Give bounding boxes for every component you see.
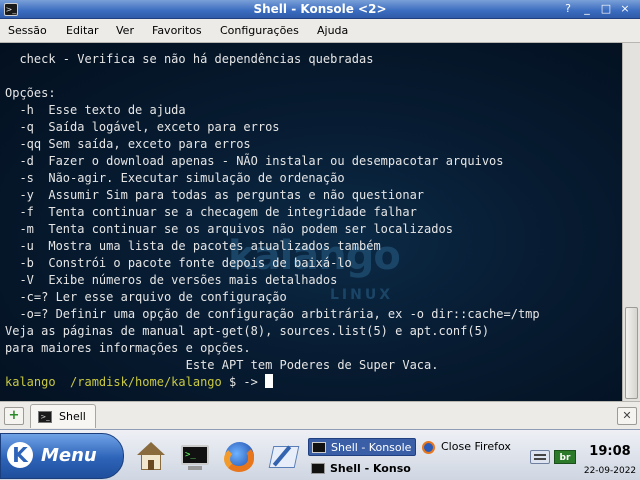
- firefox-icon[interactable]: [224, 442, 254, 472]
- date: 22-09-2022: [583, 466, 637, 476]
- terminal-icon: [312, 442, 326, 453]
- prompt-user: kalango: [5, 375, 56, 389]
- terminal-line: -o=? Definir uma opção de configuração a…: [5, 307, 540, 321]
- terminal-area[interactable]: kalango LINUX check - Verifica se não há…: [0, 43, 622, 401]
- terminal-line: Veja as páginas de manual apt-get(8), so…: [5, 324, 490, 338]
- task-shell-konsole-active[interactable]: Shell - Konsole: [308, 438, 416, 456]
- title-bar[interactable]: >_ Shell - Konsole <2> ? _ □ ×: [0, 0, 640, 19]
- terminal-line: -V Exibe números de versões mais detalha…: [5, 273, 338, 287]
- menu-sessao[interactable]: Sessão: [8, 24, 47, 37]
- terminal-icon: >_: [38, 411, 52, 423]
- close-button[interactable]: ×: [617, 2, 633, 16]
- scrollbar-thumb[interactable]: [625, 307, 638, 399]
- terminal-line: -d Fazer o download apenas - NÃO instala…: [5, 154, 504, 168]
- task-close-firefox[interactable]: Close Firefox: [420, 438, 530, 456]
- terminal-line: -s Não-agir. Executar simulação de orden…: [5, 171, 345, 185]
- kde-taskbar: K Menu >_ Shell - Konsole Close Firefox …: [0, 429, 640, 480]
- firefox-icon: [422, 441, 435, 454]
- menu-bar: Sessão Editar Ver Favoritos Configuraçõe…: [0, 19, 640, 43]
- keyboard-layout-indicator[interactable]: br: [554, 450, 576, 464]
- clock[interactable]: 19:08: [582, 444, 638, 459]
- menu-ajuda[interactable]: Ajuda: [317, 24, 348, 37]
- terminal-line: -m Tenta continuar se os arquivos não po…: [5, 222, 453, 236]
- terminal-line: Este APT tem Poderes de Super Vaca.: [5, 358, 439, 372]
- terminal-line: -b Constrói o pacote fonte depois de bai…: [5, 256, 352, 270]
- terminal-scrollbar[interactable]: [622, 43, 640, 401]
- terminal-line: -q Saída logável, exceto para erros: [5, 120, 280, 134]
- keyboard-tray-icon[interactable]: [530, 450, 550, 464]
- session-tab-bar: + >_ Shell ✕: [0, 401, 640, 429]
- window-title: Shell - Konsole <2>: [253, 2, 387, 16]
- kalango-watermark-subtitle: LINUX: [330, 287, 394, 303]
- terminal-line: -qq Sem saída, exceto para erros: [5, 137, 251, 151]
- tab-shell[interactable]: >_ Shell: [30, 404, 96, 428]
- home-icon[interactable]: [136, 442, 166, 472]
- terminal-line: Opções:: [5, 86, 56, 100]
- menu-editar[interactable]: Editar: [66, 24, 99, 37]
- terminal-line: para maiores informações e opções.: [5, 341, 251, 355]
- terminal-line: -c=? Ler esse arquivo de configuração: [5, 290, 287, 304]
- menu-configuracoes[interactable]: Configurações: [220, 24, 299, 37]
- menu-label: Menu: [41, 445, 97, 466]
- text-cursor: [265, 374, 274, 388]
- task-label: Close Firefox: [441, 440, 511, 453]
- task-label: Shell - Konsole: [331, 441, 412, 454]
- k-menu-button[interactable]: K Menu: [0, 433, 124, 479]
- terminal-line: -y Assumir Sim para todas as perguntas e…: [5, 188, 425, 202]
- new-session-button[interactable]: +: [4, 407, 24, 425]
- terminal-line: -u Mostra uma lista de pacotes atualizad…: [5, 239, 381, 253]
- terminal-line: -f Tenta continuar se a checagem de inte…: [5, 205, 417, 219]
- help-button[interactable]: ?: [560, 2, 576, 16]
- menu-ver[interactable]: Ver: [116, 24, 134, 37]
- kwrite-icon[interactable]: [268, 442, 300, 472]
- close-session-button[interactable]: ✕: [617, 407, 637, 425]
- task-shell-konsole[interactable]: Shell - Konso: [308, 460, 418, 478]
- menu-favoritos[interactable]: Favoritos: [152, 24, 202, 37]
- task-label: Shell - Konso: [330, 462, 411, 475]
- terminal-line: -h Esse texto de ajuda: [5, 103, 186, 117]
- terminal-line: check - Verifica se não há dependências …: [5, 52, 374, 66]
- terminal-prompt[interactable]: kalango /ramdisk/home/kalango $ ->: [5, 374, 274, 391]
- prompt-path: /ramdisk/home/kalango: [70, 375, 222, 389]
- terminal-launcher-icon[interactable]: >_: [180, 442, 210, 472]
- minimize-button[interactable]: _: [579, 2, 595, 16]
- kde-logo-icon: K: [7, 442, 33, 468]
- prompt-symbol: $ ->: [228, 375, 258, 389]
- tab-label: Shell: [59, 410, 86, 423]
- terminal-icon: [311, 463, 325, 474]
- maximize-button[interactable]: □: [598, 2, 614, 16]
